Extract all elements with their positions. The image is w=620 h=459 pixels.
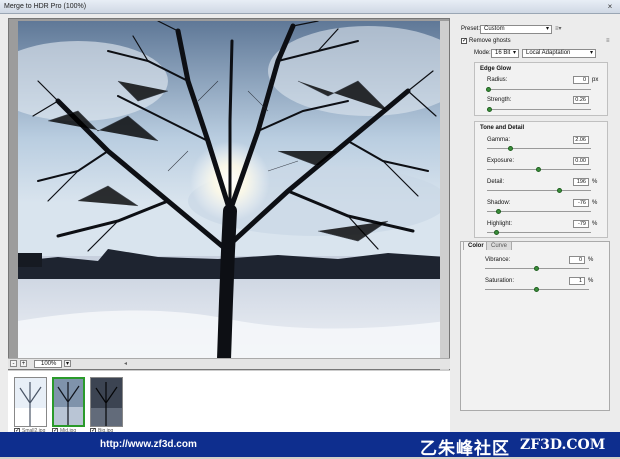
panel-menu-icon[interactable]: ≡: [606, 37, 610, 46]
radius-slider-track[interactable]: [487, 89, 591, 90]
strength-label: Strength:: [487, 97, 512, 103]
saturation-slider-handle[interactable]: [534, 287, 539, 292]
close-icon[interactable]: ×: [604, 2, 616, 12]
edge-glow-title: Edge Glow: [480, 66, 512, 72]
tab-curve[interactable]: Curve: [486, 241, 513, 250]
saturation-input[interactable]: 1: [569, 277, 585, 285]
chevron-down-icon: ▾: [545, 26, 549, 32]
method-dropdown[interactable]: Local Adaptation ▾: [522, 49, 596, 58]
gamma-input[interactable]: 2.06: [573, 136, 589, 144]
banner-brand: ZF3D.COM: [520, 437, 606, 453]
vibrance-slider-handle[interactable]: [534, 266, 539, 271]
banner-url: http://www.zf3d.com: [100, 439, 197, 450]
saturation-label: Saturation:: [485, 278, 515, 284]
gamma-label: Gamma:: [487, 137, 511, 143]
bit-depth-dropdown[interactable]: 16 Bit ▾: [491, 49, 519, 58]
saturation-unit: %: [588, 278, 594, 284]
bit-depth-value: 16 Bit: [495, 50, 511, 56]
hdr-preview-image: [18, 21, 446, 359]
thumbnail-dark[interactable]: [90, 377, 123, 427]
detail-slider-track[interactable]: [487, 190, 591, 191]
remove-ghosts-label: Remove ghosts: [469, 38, 511, 44]
chevron-down-icon: ▾: [512, 50, 516, 56]
zoom-level-field[interactable]: 100%: [34, 360, 62, 368]
preset-menu-icon[interactable]: ≡▾: [555, 25, 562, 34]
thumbnail-mid[interactable]: [52, 377, 85, 427]
detail-input[interactable]: 196: [573, 178, 589, 186]
highlight-input[interactable]: -79: [573, 220, 589, 228]
mode-label: Mode:: [474, 50, 491, 56]
gamma-slider-track[interactable]: [487, 148, 591, 149]
tone-detail-title: Tone and Detail: [480, 125, 525, 131]
vibrance-input[interactable]: 0: [569, 256, 585, 264]
shadow-slider-track[interactable]: [487, 211, 591, 212]
banner-chinese-title: 乙朱峰社区: [420, 439, 510, 458]
thumbnail-bright[interactable]: [14, 377, 47, 427]
preset-label: Preset:: [461, 26, 481, 32]
detail-slider-handle[interactable]: [556, 188, 562, 193]
zoom-dropdown-icon[interactable]: ▾: [64, 360, 71, 367]
radius-label: Radius:: [487, 77, 508, 83]
merge-to-hdr-window: Merge to HDR Pro (100%) × - + 100% ▾ ◂ ✓…: [0, 0, 620, 458]
strength-slider-track[interactable]: [487, 109, 591, 110]
zoom-in-icon[interactable]: +: [20, 360, 27, 367]
title-bar: Merge to HDR Pro (100%) ×: [0, 0, 620, 14]
highlight-unit: %: [592, 221, 598, 227]
method-value: Local Adaptation: [526, 50, 571, 56]
chevron-down-icon: ▾: [589, 50, 593, 56]
vibrance-label: Vibrance:: [485, 257, 511, 263]
detail-label: Detail:: [487, 179, 505, 185]
shadow-slider-handle[interactable]: [496, 209, 502, 214]
shadow-unit: %: [592, 200, 598, 206]
highlight-slider-handle[interactable]: [494, 230, 500, 235]
radius-unit: px: [592, 77, 599, 83]
highlight-label: Highlight:: [487, 221, 513, 227]
preview-area: [8, 18, 450, 374]
scroll-left-icon[interactable]: ◂: [124, 360, 127, 367]
exposure-slider-handle[interactable]: [536, 167, 541, 172]
source-filmstrip: ✓ Small2.jpg ✓ Mid.jpg ✓ Big.jpg: [8, 370, 450, 434]
exposure-label: Exposure:: [487, 158, 515, 164]
gamma-slider-handle[interactable]: [507, 146, 513, 151]
strength-input[interactable]: 0.26: [573, 96, 589, 104]
site-banner: http://www.zf3d.com 乙朱峰社区 ZF3D.COM: [0, 432, 620, 458]
detail-unit: %: [592, 179, 598, 185]
shadow-label: Shadow:: [487, 200, 511, 206]
window-title: Merge to HDR Pro (100%): [4, 3, 87, 10]
highlight-slider-track[interactable]: [487, 232, 591, 233]
tab-color[interactable]: Color: [463, 241, 489, 250]
settings-panel: Preset: Custom ▾ ≡▾ ≡ ✓ Remove ghosts Mod…: [458, 18, 616, 432]
edge-glow-group: Edge Glow Radius: 0 px Strength: 0.26: [474, 62, 608, 116]
radius-input[interactable]: 0: [573, 76, 589, 84]
remove-ghosts-checkbox[interactable]: ✓: [461, 38, 467, 44]
exposure-input[interactable]: 0.00: [573, 157, 589, 165]
vibrance-unit: %: [588, 257, 594, 263]
preset-value: Custom: [484, 26, 505, 32]
strength-slider-handle[interactable]: [487, 107, 493, 112]
tone-detail-group: Tone and Detail Gamma: 2.06 Exposure: 0.…: [474, 121, 608, 238]
shadow-input[interactable]: -76: [573, 199, 589, 207]
preview-status-bar: - + 100% ▾ ◂: [8, 358, 450, 369]
radius-slider-handle[interactable]: [486, 87, 492, 92]
preview-scrollbar[interactable]: [440, 21, 449, 374]
zoom-out-icon[interactable]: -: [10, 360, 17, 367]
preset-dropdown[interactable]: Custom ▾: [480, 25, 552, 34]
color-curve-tabs: Color Curve Vibrance: 0 % Saturation: 1 …: [460, 241, 610, 411]
